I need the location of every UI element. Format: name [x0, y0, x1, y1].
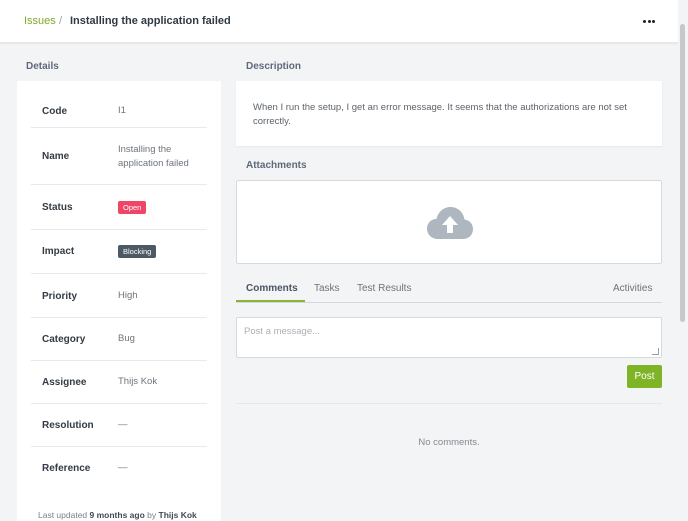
last-updated-time: 9 months ago: [89, 510, 145, 520]
last-updated-prefix: Last updated: [38, 510, 88, 520]
message-placeholder: Post a message...: [244, 326, 321, 337]
detail-label: Code: [42, 106, 67, 117]
tab-tasks[interactable]: Tasks: [314, 283, 340, 294]
detail-value: —: [118, 462, 128, 473]
detail-row-name: Name Installing the application failed: [31, 128, 207, 185]
empty-comments-text: No comments.: [418, 437, 480, 448]
ellipsis-icon: [643, 19, 655, 23]
detail-row-status: Status Open: [31, 185, 207, 230]
description-text: When I run the setup, I get an error mes…: [253, 102, 627, 127]
detail-value: —: [118, 419, 128, 430]
breadcrumb-separator: /: [59, 15, 63, 27]
detail-value: Installing the application failed: [118, 144, 189, 169]
last-updated-user-link[interactable]: Thijs Kok: [159, 510, 197, 520]
top-bar: Issues / Installing the application fail…: [0, 0, 688, 43]
detail-value: Thijs Kok: [118, 376, 158, 387]
active-tab-indicator: [236, 300, 305, 302]
detail-label: Priority: [42, 291, 78, 302]
detail-label: Status: [42, 202, 73, 213]
resize-handle[interactable]: [652, 348, 659, 355]
detail-label: Impact: [42, 246, 75, 257]
description-heading: Description: [246, 61, 302, 72]
attachments-heading: Attachments: [246, 160, 307, 171]
post-button[interactable]: Post: [627, 365, 662, 388]
details-card: Code I1 Name Installing the application …: [17, 81, 221, 521]
tab-test-results[interactable]: Test Results: [357, 283, 411, 294]
detail-value: High: [118, 290, 138, 301]
detail-row-resolution: Resolution —: [31, 404, 207, 447]
cloud-upload-icon[interactable]: [426, 205, 474, 241]
last-updated-note: Last updated 9 months ago by Thijs Kok: [38, 510, 197, 520]
detail-row-impact: Impact Blocking: [31, 230, 207, 274]
comment-tabs: Comments Tasks Test Results Activities: [236, 280, 662, 303]
detail-row-priority: Priority High: [31, 274, 207, 318]
detail-value: Bug: [118, 333, 135, 344]
impact-badge: Blocking: [118, 245, 157, 258]
detail-label: Resolution: [42, 420, 94, 431]
message-input[interactable]: Post a message...: [236, 317, 662, 358]
scrollbar-thumb[interactable]: [680, 24, 685, 322]
status-badge: Open: [118, 201, 147, 214]
page-title: Installing the application failed: [70, 15, 231, 27]
tab-activities[interactable]: Activities: [613, 283, 652, 294]
detail-row-reference: Reference —: [31, 447, 207, 489]
detail-value: I1: [118, 105, 126, 116]
more-options-button[interactable]: [638, 13, 660, 29]
detail-label: Name: [42, 151, 70, 162]
attachment-dropzone[interactable]: [236, 180, 662, 264]
detail-row-category: Category Bug: [31, 318, 207, 361]
last-updated-by-word: by: [147, 510, 157, 520]
detail-label: Category: [42, 334, 86, 345]
detail-row-assignee: Assignee Thijs Kok: [31, 361, 207, 404]
description-card: When I run the setup, I get an error mes…: [236, 81, 662, 146]
details-heading: Details: [26, 61, 59, 72]
detail-row-code: Code I1: [31, 81, 207, 128]
tab-comments[interactable]: Comments: [246, 283, 298, 294]
breadcrumb-issues-link[interactable]: Issues: [24, 15, 56, 27]
detail-label: Reference: [42, 463, 91, 474]
detail-label: Assignee: [42, 377, 87, 388]
divider: [236, 403, 662, 404]
